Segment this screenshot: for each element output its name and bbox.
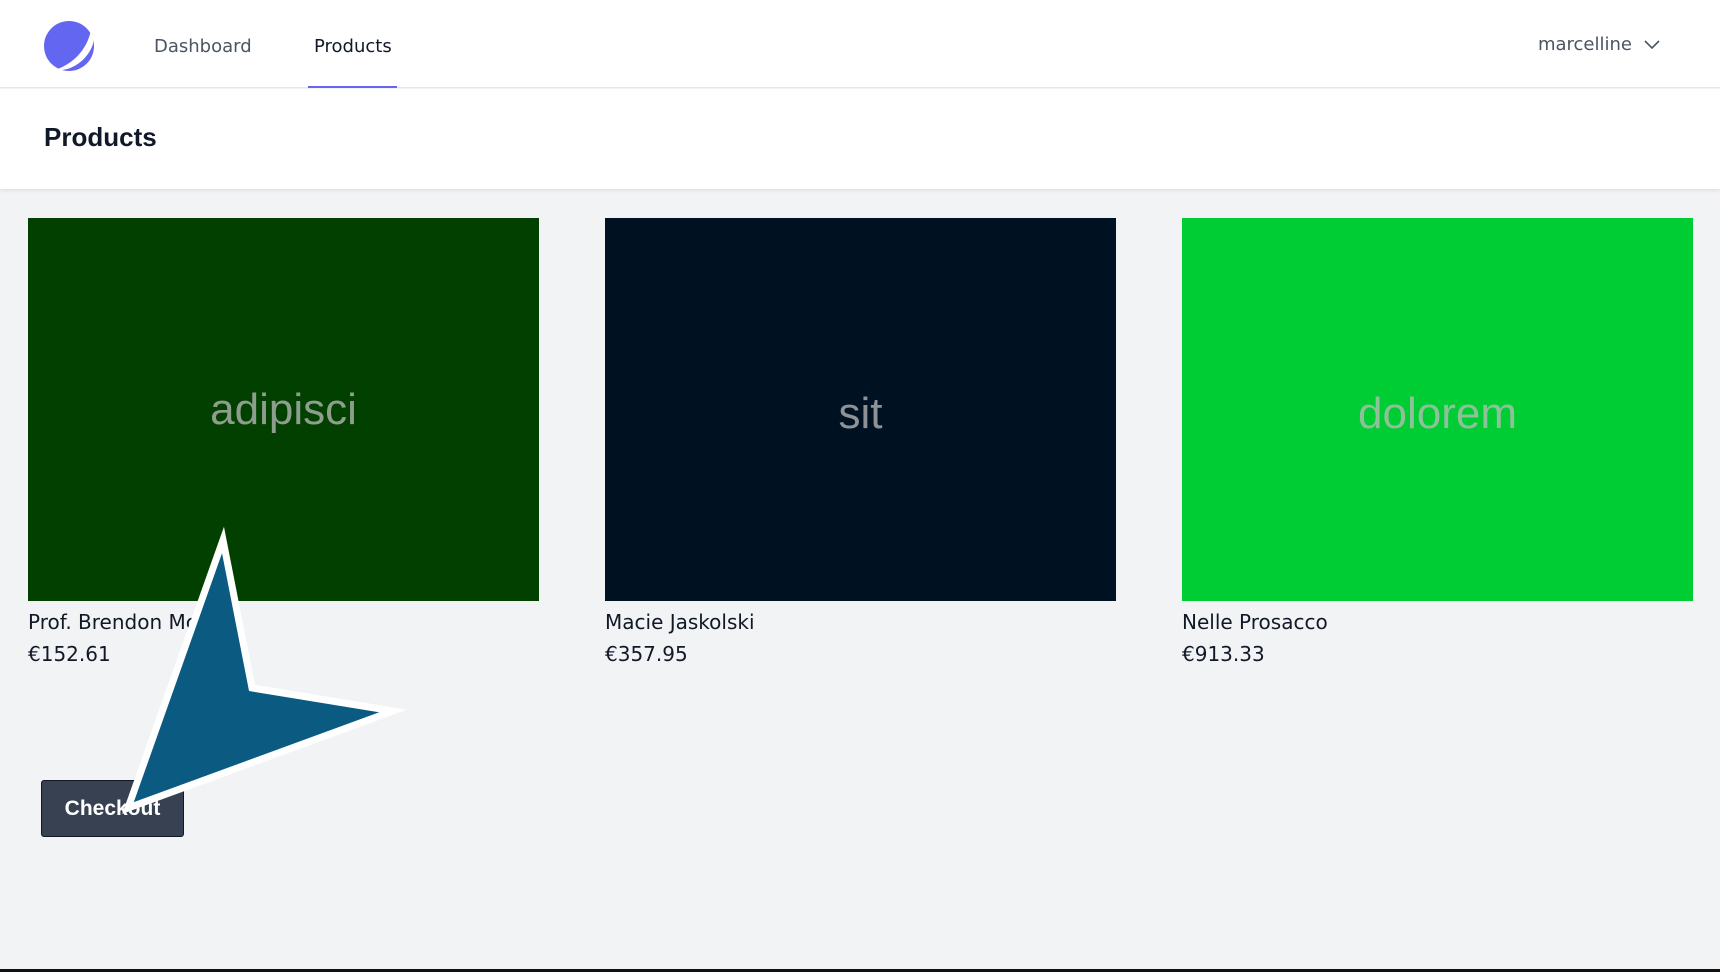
app-logo-icon[interactable] <box>43 20 95 72</box>
product-card[interactable]: adipisci Prof. Brendon Mc €152.61 <box>28 218 539 671</box>
nav-link-products[interactable]: Products <box>314 36 392 57</box>
product-image[interactable]: sit <box>605 218 1116 601</box>
product-card[interactable]: sit Macie Jaskolski €357.95 <box>605 218 1116 671</box>
page-header: Products <box>0 89 1720 189</box>
product-price: €913.33 <box>1182 642 1265 666</box>
product-name: Macie Jaskolski <box>605 610 755 634</box>
product-card[interactable]: dolorem Nelle Prosacco €913.33 <box>1182 218 1693 671</box>
product-image[interactable]: dolorem <box>1182 218 1693 601</box>
product-image-text: dolorem <box>1358 388 1517 438</box>
product-name: Prof. Brendon Mc <box>28 610 197 634</box>
product-image[interactable]: adipisci <box>28 218 539 601</box>
active-nav-indicator <box>308 86 397 88</box>
user-menu[interactable]: marcelline <box>1538 34 1660 55</box>
page-title: Products <box>44 122 157 152</box>
product-image-text: sit <box>838 388 883 438</box>
nav-link-dashboard[interactable]: Dashboard <box>154 36 252 57</box>
product-price: €152.61 <box>28 642 111 666</box>
product-price: €357.95 <box>605 642 688 666</box>
top-navigation: Dashboard Products marcelline <box>0 0 1720 88</box>
user-name: marcelline <box>1537 34 1632 55</box>
chevron-down-icon <box>1644 39 1660 49</box>
product-image-text: adipisci <box>210 384 357 434</box>
product-name: Nelle Prosacco <box>1182 610 1328 634</box>
checkout-button[interactable]: Checkout <box>41 780 184 837</box>
